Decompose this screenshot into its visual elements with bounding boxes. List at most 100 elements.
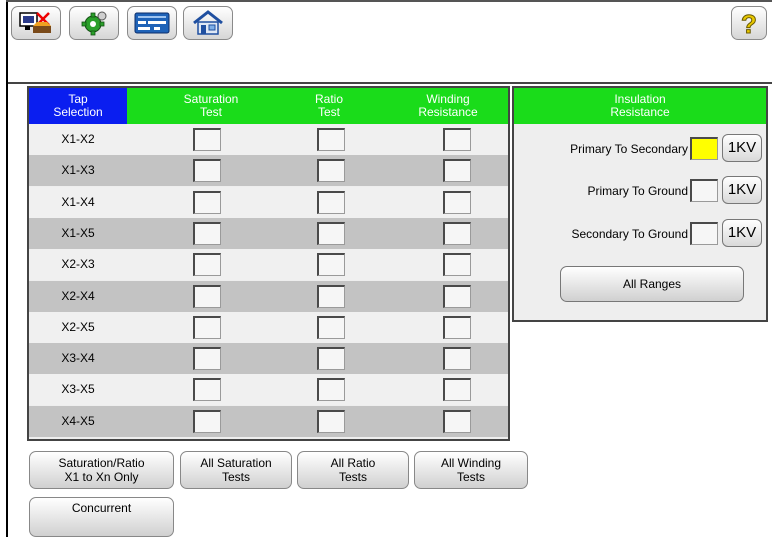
insulation-resistance-panel: Insulation Resistance Primary To Seconda… xyxy=(512,86,768,322)
header-winding-resistance: Winding Resistance xyxy=(389,88,507,124)
insulation-row-primary-secondary: Primary To Secondary 1KV xyxy=(514,134,766,164)
tap-selection-label[interactable]: X3-X5 xyxy=(29,374,127,405)
concurrent-button[interactable]: Concurrent xyxy=(29,497,174,537)
button-label-line1: All Ratio xyxy=(330,456,376,470)
insulation-checkbox-primary-ground[interactable] xyxy=(690,179,718,202)
tap-selection-label[interactable]: X2-X3 xyxy=(29,249,127,280)
home-button[interactable] xyxy=(183,6,233,40)
header-ratio-line2: Test xyxy=(317,105,340,119)
saturation-ratio-x1-xn-button[interactable]: Saturation/Ratio X1 to Xn Only xyxy=(29,451,174,489)
saturation-test-checkbox[interactable] xyxy=(193,347,221,371)
winding-resistance-checkbox[interactable] xyxy=(443,409,471,433)
table-row: X2-X5 xyxy=(29,311,508,343)
insulation-checkbox-secondary-ground[interactable] xyxy=(690,222,718,245)
help-button[interactable]: ? xyxy=(731,6,767,40)
help-icon: ? xyxy=(737,9,761,37)
winding-resistance-checkbox[interactable] xyxy=(443,284,471,308)
ratio-test-checkbox[interactable] xyxy=(317,159,345,183)
saturation-test-checkbox[interactable] xyxy=(193,315,221,339)
test-unit-icon xyxy=(19,11,53,35)
saturation-test-checkbox[interactable] xyxy=(193,221,221,245)
settings-button[interactable] xyxy=(69,6,119,40)
table-row: X1-X5 xyxy=(29,217,508,249)
insulation-row-primary-ground: Primary To Ground 1KV xyxy=(514,176,766,206)
all-ratio-tests-button[interactable]: All Ratio Tests xyxy=(297,451,409,489)
tap-selection-label[interactable]: X1-X4 xyxy=(29,187,127,218)
test-unit-button[interactable] xyxy=(11,6,61,40)
button-label-line1: All Saturation xyxy=(200,456,272,470)
insulation-label: Secondary To Ground xyxy=(571,227,688,241)
winding-resistance-checkbox[interactable] xyxy=(443,221,471,245)
table-row: X3-X4 xyxy=(29,343,508,375)
header-ratio-test: Ratio Test xyxy=(279,88,379,124)
window-left-border xyxy=(6,0,8,537)
button-label-line2: Tests xyxy=(338,470,367,484)
ratio-test-checkbox[interactable] xyxy=(317,190,345,214)
insulation-checkbox-primary-secondary[interactable] xyxy=(690,137,718,160)
header-saturation-line2: Test xyxy=(199,105,222,119)
header-winding-line2: Resistance xyxy=(418,105,478,119)
ratio-test-checkbox[interactable] xyxy=(317,409,345,433)
tap-selection-label[interactable]: X3-X4 xyxy=(29,343,127,374)
button-label-line1: Concurrent xyxy=(71,501,132,515)
kv-button-secondary-ground[interactable]: 1KV xyxy=(722,219,762,247)
table-row: X2-X4 xyxy=(29,280,508,312)
saturation-test-checkbox[interactable] xyxy=(193,409,221,433)
ratio-test-checkbox[interactable] xyxy=(317,347,345,371)
winding-resistance-checkbox[interactable] xyxy=(443,190,471,214)
button-label-line2: X1 to Xn Only xyxy=(64,470,139,484)
gear-icon xyxy=(79,10,109,36)
window-top-border xyxy=(6,0,772,2)
winding-resistance-checkbox[interactable] xyxy=(443,378,471,402)
table-row: X1-X2 xyxy=(29,124,508,155)
keyboard-icon xyxy=(134,11,170,35)
toolbar-separator xyxy=(8,82,772,84)
header-tap-line2: Selection xyxy=(53,105,103,119)
saturation-test-checkbox[interactable] xyxy=(193,253,221,277)
svg-text:?: ? xyxy=(741,9,757,37)
all-winding-tests-button[interactable]: All Winding Tests xyxy=(414,451,528,489)
header-saturation-test: Saturation Test xyxy=(149,88,273,124)
tap-selection-label[interactable]: X4-X5 xyxy=(29,406,127,437)
button-label-line2: Tests xyxy=(456,470,485,484)
insulation-row-secondary-ground: Secondary To Ground 1KV xyxy=(514,219,766,249)
ratio-test-checkbox[interactable] xyxy=(317,221,345,245)
winding-resistance-checkbox[interactable] xyxy=(443,253,471,277)
saturation-test-checkbox[interactable] xyxy=(193,159,221,183)
tap-selection-label[interactable]: X1-X5 xyxy=(29,218,127,249)
winding-resistance-checkbox[interactable] xyxy=(443,347,471,371)
kv-button-primary-secondary[interactable]: 1KV xyxy=(722,134,762,162)
tap-selection-label[interactable]: X1-X2 xyxy=(29,124,127,155)
table-row: X4-X5 xyxy=(29,405,508,437)
keyboard-button[interactable] xyxy=(127,6,177,40)
ratio-test-checkbox[interactable] xyxy=(317,378,345,402)
insulation-label: Primary To Secondary xyxy=(570,142,688,156)
ratio-test-checkbox[interactable] xyxy=(317,253,345,277)
button-label-line1: All Winding xyxy=(440,456,502,470)
header-tap-selection: Tap Selection xyxy=(29,88,127,124)
winding-resistance-checkbox[interactable] xyxy=(443,128,471,151)
ratio-test-checkbox[interactable] xyxy=(317,284,345,308)
all-ranges-button[interactable]: All Ranges xyxy=(560,266,744,302)
saturation-test-checkbox[interactable] xyxy=(193,378,221,402)
saturation-test-checkbox[interactable] xyxy=(193,190,221,214)
winding-resistance-checkbox[interactable] xyxy=(443,315,471,339)
ratio-test-checkbox[interactable] xyxy=(317,315,345,339)
tap-selection-label[interactable]: X2-X4 xyxy=(29,281,127,312)
saturation-test-checkbox[interactable] xyxy=(193,128,221,151)
saturation-test-checkbox[interactable] xyxy=(193,284,221,308)
table-row: X1-X3 xyxy=(29,155,508,187)
insulation-label: Primary To Ground xyxy=(587,184,688,198)
all-saturation-tests-button[interactable]: All Saturation Tests xyxy=(180,451,292,489)
kv-button-primary-ground[interactable]: 1KV xyxy=(722,176,762,204)
winding-resistance-checkbox[interactable] xyxy=(443,159,471,183)
home-icon xyxy=(192,10,224,36)
ratio-test-checkbox[interactable] xyxy=(317,128,345,151)
table-row: X1-X4 xyxy=(29,186,508,218)
tap-selection-label[interactable]: X1-X3 xyxy=(29,155,127,186)
header-insulation-line2: Resistance xyxy=(610,105,670,119)
button-label-line1: Saturation/Ratio xyxy=(58,456,145,470)
table-row: X3-X5 xyxy=(29,374,508,406)
button-label-line2: Tests xyxy=(221,470,250,484)
tap-selection-label[interactable]: X2-X5 xyxy=(29,312,127,343)
